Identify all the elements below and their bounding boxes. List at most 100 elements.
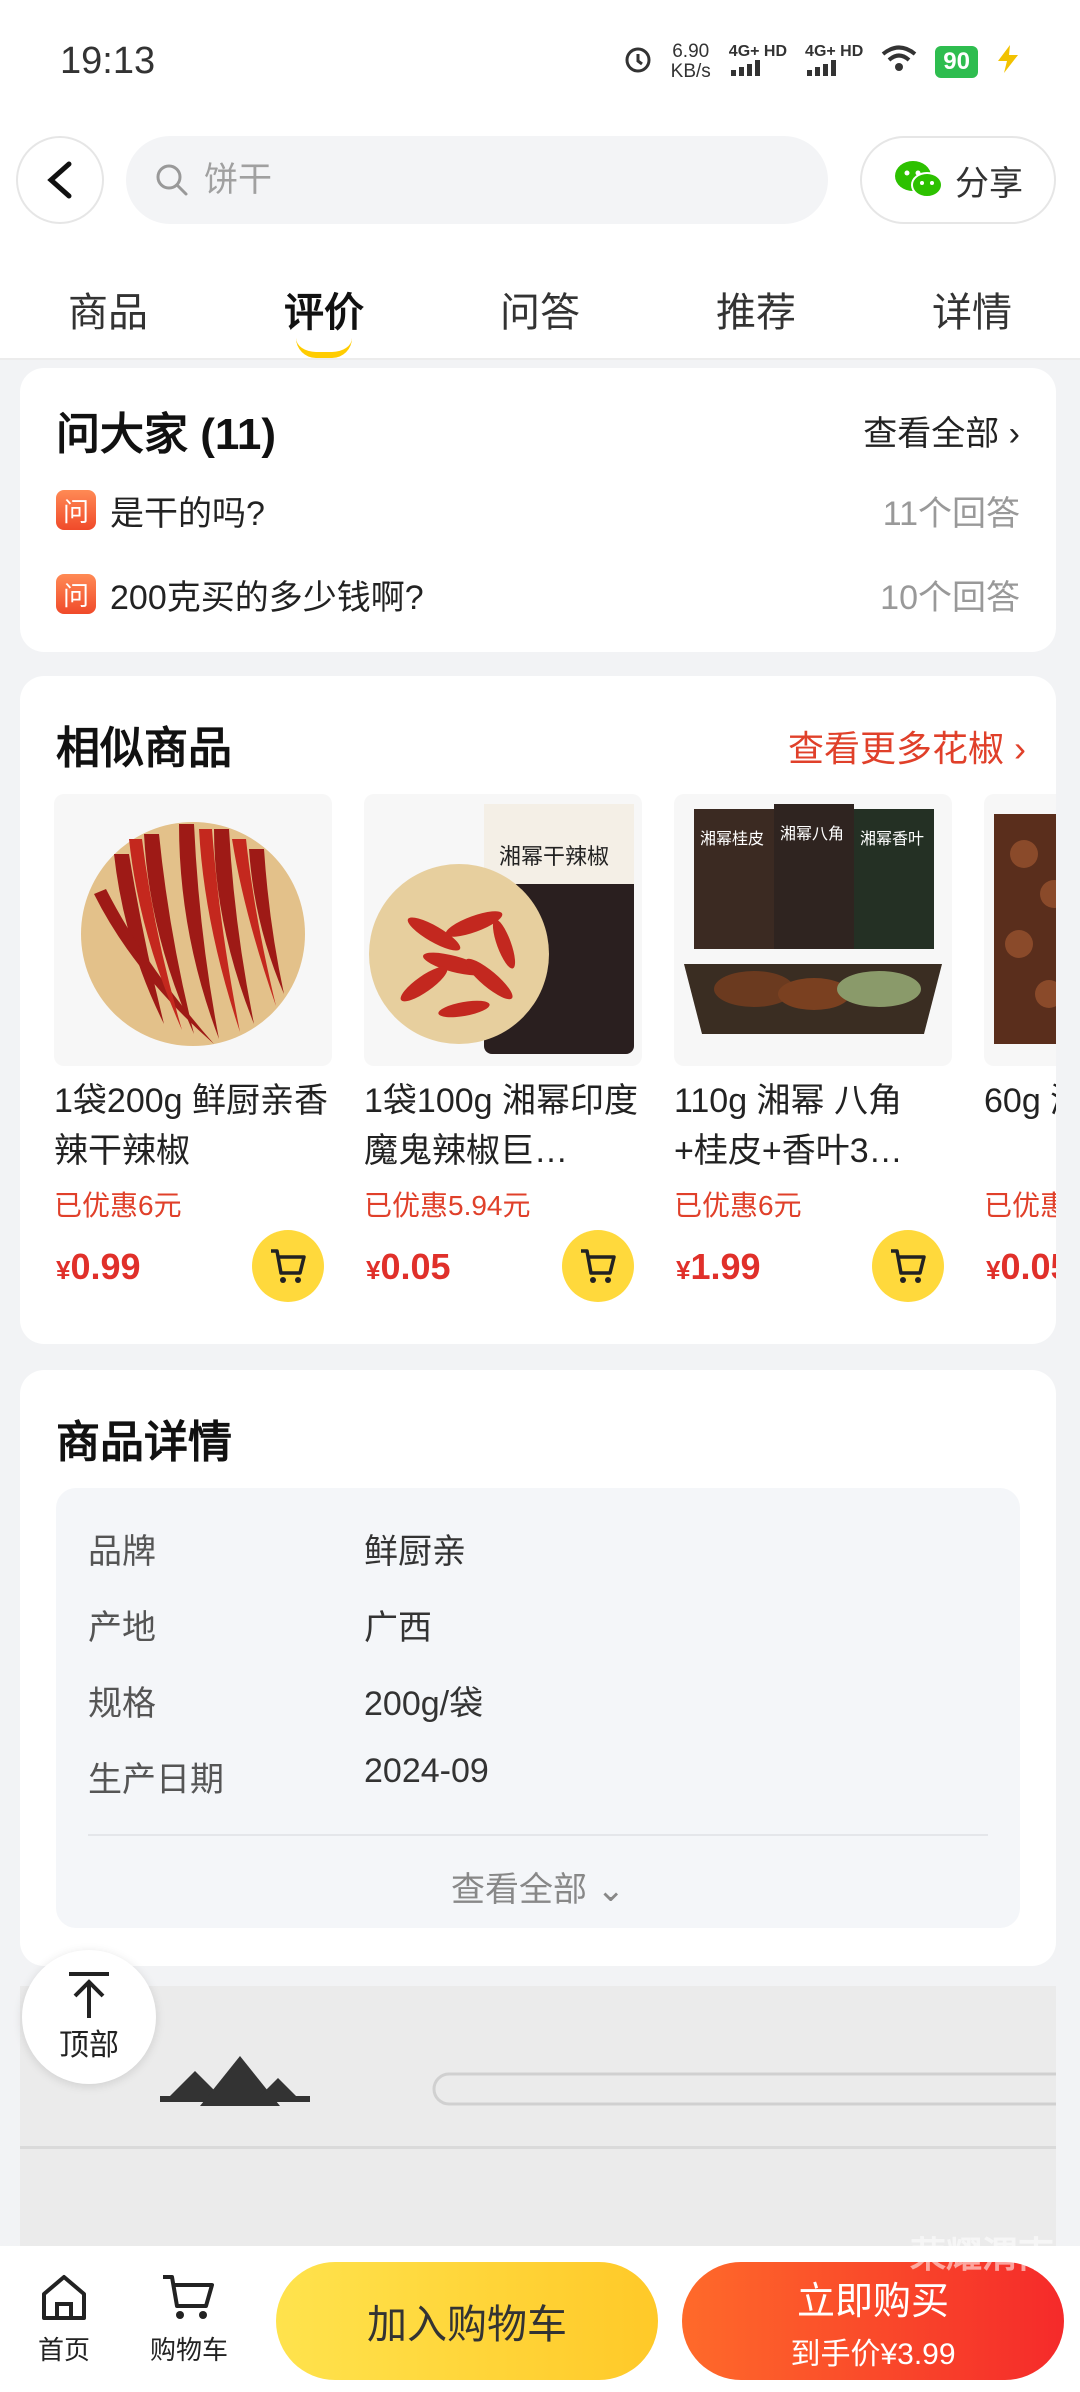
question-badge: 问 xyxy=(56,574,96,614)
spec-view-all-label: 查看全部 xyxy=(451,1871,588,1909)
product-image-spice-set: 湘幂桂皮 湘幂八角 湘幂香叶 xyxy=(674,794,952,1066)
package-label: 湘幂桂皮 xyxy=(700,829,764,848)
signal-2-label: 4G+ HD xyxy=(805,43,864,60)
product-name: 60g 湘包组 xyxy=(984,1082,1056,1120)
qa-item[interactable]: 问 是干的吗? 11个回答 xyxy=(56,480,1020,540)
buy-now-price: 到手价¥3.99 xyxy=(790,2337,956,2371)
net-speed: 6.90 KB/s xyxy=(671,42,711,82)
detail-banner-image xyxy=(20,1986,1056,2246)
watermark: 荣耀渭南 xyxy=(909,2234,1054,2275)
price-value: 0.05 xyxy=(380,1246,451,1287)
cart-icon xyxy=(891,1249,926,1283)
product-name: 1袋200g 鲜厨亲香辣干辣椒 xyxy=(54,1082,328,1170)
signal-2: 4G+ HD xyxy=(805,44,863,80)
more-products-link[interactable]: 查看更多花椒 › xyxy=(788,720,1026,772)
net-speed-unit: KB/s xyxy=(670,61,711,82)
spec-table: 品牌 鲜厨亲 产地 广西 规格 200g/袋 生产日期 2024-09 查看全部… xyxy=(56,1488,1020,1928)
package-label: 湘幂香叶 xyxy=(860,829,924,848)
divider xyxy=(88,1834,988,1836)
signal-1: 4G+ HD xyxy=(729,44,787,80)
nav-cart[interactable]: 购物车 xyxy=(150,2272,228,2367)
product-image-chilies xyxy=(54,794,332,1066)
more-products-label: 查看更多花椒 xyxy=(787,728,1004,769)
details-title: 商品详情 xyxy=(56,1418,232,1467)
signal-1-label: 4G+ HD xyxy=(728,43,788,60)
currency-symbol: ¥ xyxy=(986,1255,1001,1285)
product-card[interactable]: 60g 湘包组 已优惠 ¥0.05 xyxy=(984,794,1056,1314)
status-icons: 6.90 KB/s 4G+ HD 4G+ HD 90 xyxy=(623,42,1020,82)
tab-details[interactable]: 详情 xyxy=(902,250,1042,358)
product-discount: 已优惠 xyxy=(984,1190,1056,1221)
home-icon xyxy=(42,2275,86,2320)
product-card[interactable]: 湘幂桂皮 湘幂八角 湘幂香叶 110g 湘幂 八角+桂皮+香叶3… 已优惠6元 … xyxy=(674,794,952,1314)
product-discount: 已优惠6元 xyxy=(674,1190,802,1221)
product-price: ¥0.05 xyxy=(366,1246,451,1288)
similar-products-section: 相似商品 查看更多花椒 › 1袋200g 鲜厨亲香辣干辣椒 已优惠6元 ¥0.9… xyxy=(20,676,1056,1344)
spec-value: 鲜厨亲 xyxy=(364,1533,466,1571)
add-to-cart-button[interactable] xyxy=(252,1230,324,1302)
buy-now-button[interactable]: 立即购买 到手价¥3.99 xyxy=(682,2262,1064,2380)
product-price: ¥0.05 xyxy=(986,1246,1056,1288)
product-card[interactable]: 1袋200g 鲜厨亲香辣干辣椒 已优惠6元 ¥0.99 xyxy=(54,794,332,1314)
share-button[interactable]: 分享 xyxy=(860,136,1056,224)
status-time: 19:13 xyxy=(60,40,156,82)
add-to-cart-main-button[interactable]: 加入购物车 xyxy=(276,2262,658,2380)
back-to-top-button[interactable]: 顶部 xyxy=(22,1950,156,2084)
price-value: 0.05 xyxy=(1000,1246,1056,1287)
currency-symbol: ¥ xyxy=(676,1255,691,1285)
add-to-cart-button[interactable] xyxy=(562,1230,634,1302)
top-bar: 分享 xyxy=(0,130,1080,250)
product-card[interactable]: 湘幂干辣椒 1袋100g 湘幂印度魔鬼辣椒巨… 已优惠5.94元 ¥0.05 xyxy=(364,794,642,1314)
cart-icon xyxy=(163,2275,214,2319)
tab-product[interactable]: 商品 xyxy=(38,250,178,358)
product-price: ¥0.99 xyxy=(56,1246,141,1288)
product-image-dried-chili-pack: 湘幂干辣椒 xyxy=(364,794,642,1066)
qa-view-all-link[interactable]: 查看全部 › xyxy=(863,406,1020,455)
currency-symbol: ¥ xyxy=(56,1255,71,1285)
qa-item[interactable]: 问 200克买的多少钱啊? 10个回答 xyxy=(56,564,1020,624)
qa-question: 200克买的多少钱啊? xyxy=(110,578,424,617)
product-name: 1袋100g 湘幂印度魔鬼辣椒巨… xyxy=(364,1082,638,1170)
qa-answer-count: 11个回答 xyxy=(882,494,1020,533)
spec-key: 规格 xyxy=(88,1685,156,1723)
wifi-icon xyxy=(881,45,917,79)
package-label: 湘幂干辣椒 xyxy=(499,845,609,870)
signal-bars-icon xyxy=(730,60,760,76)
battery-indicator: 90 xyxy=(935,46,978,78)
share-label: 分享 xyxy=(955,164,1023,203)
arrow-up-icon xyxy=(69,1972,109,2018)
qa-view-all-label: 查看全部 xyxy=(863,415,1000,453)
tab-reviews[interactable]: 评价 xyxy=(254,250,394,358)
package-label: 湘幂八角 xyxy=(780,824,844,843)
back-button[interactable] xyxy=(16,136,104,224)
question-badge: 问 xyxy=(56,490,96,530)
qa-question: 是干的吗? xyxy=(110,494,265,533)
chevron-down-icon: ⌄ xyxy=(596,1871,625,1909)
back-to-top-label: 顶部 xyxy=(59,2029,119,2062)
nav-home[interactable]: 首页 xyxy=(38,2272,90,2367)
nav-cart-label: 购物车 xyxy=(150,2335,229,2365)
tab-bar: 商品 评价 问答 推荐 详情 xyxy=(0,250,1080,360)
back-arrow-icon xyxy=(47,161,72,199)
charging-icon xyxy=(996,45,1020,79)
search-icon xyxy=(156,164,188,196)
qa-section: 问大家 (11) 查看全部 › 问 是干的吗? 11个回答 问 200克买的多少… xyxy=(20,368,1056,652)
nav-home-label: 首页 xyxy=(38,2335,91,2365)
spec-view-all-link[interactable]: 查看全部 ⌄ xyxy=(56,1862,1020,1911)
similar-title: 相似商品 xyxy=(56,724,232,773)
search-bar[interactable] xyxy=(126,136,828,224)
alarm-icon xyxy=(623,44,653,80)
add-to-cart-button[interactable] xyxy=(872,1230,944,1302)
tab-recommend[interactable]: 推荐 xyxy=(686,250,826,358)
search-input[interactable] xyxy=(204,160,764,200)
chevron-right-icon: › xyxy=(1014,728,1026,769)
product-discount: 已优惠6元 xyxy=(54,1190,182,1221)
product-details-section: 商品详情 品牌 鲜厨亲 产地 广西 规格 200g/袋 生产日期 2024-09… xyxy=(20,1370,1056,1966)
status-bar: 19:13 6.90 KB/s 4G+ HD 4G+ HD 90 xyxy=(0,0,1080,130)
product-price: ¥1.99 xyxy=(676,1246,761,1288)
tab-qa[interactable]: 问答 xyxy=(470,250,610,358)
cart-icon xyxy=(581,1249,616,1283)
spec-key: 品牌 xyxy=(88,1533,156,1571)
net-speed-value: 6.90 xyxy=(672,41,710,62)
price-value: 1.99 xyxy=(690,1246,761,1287)
